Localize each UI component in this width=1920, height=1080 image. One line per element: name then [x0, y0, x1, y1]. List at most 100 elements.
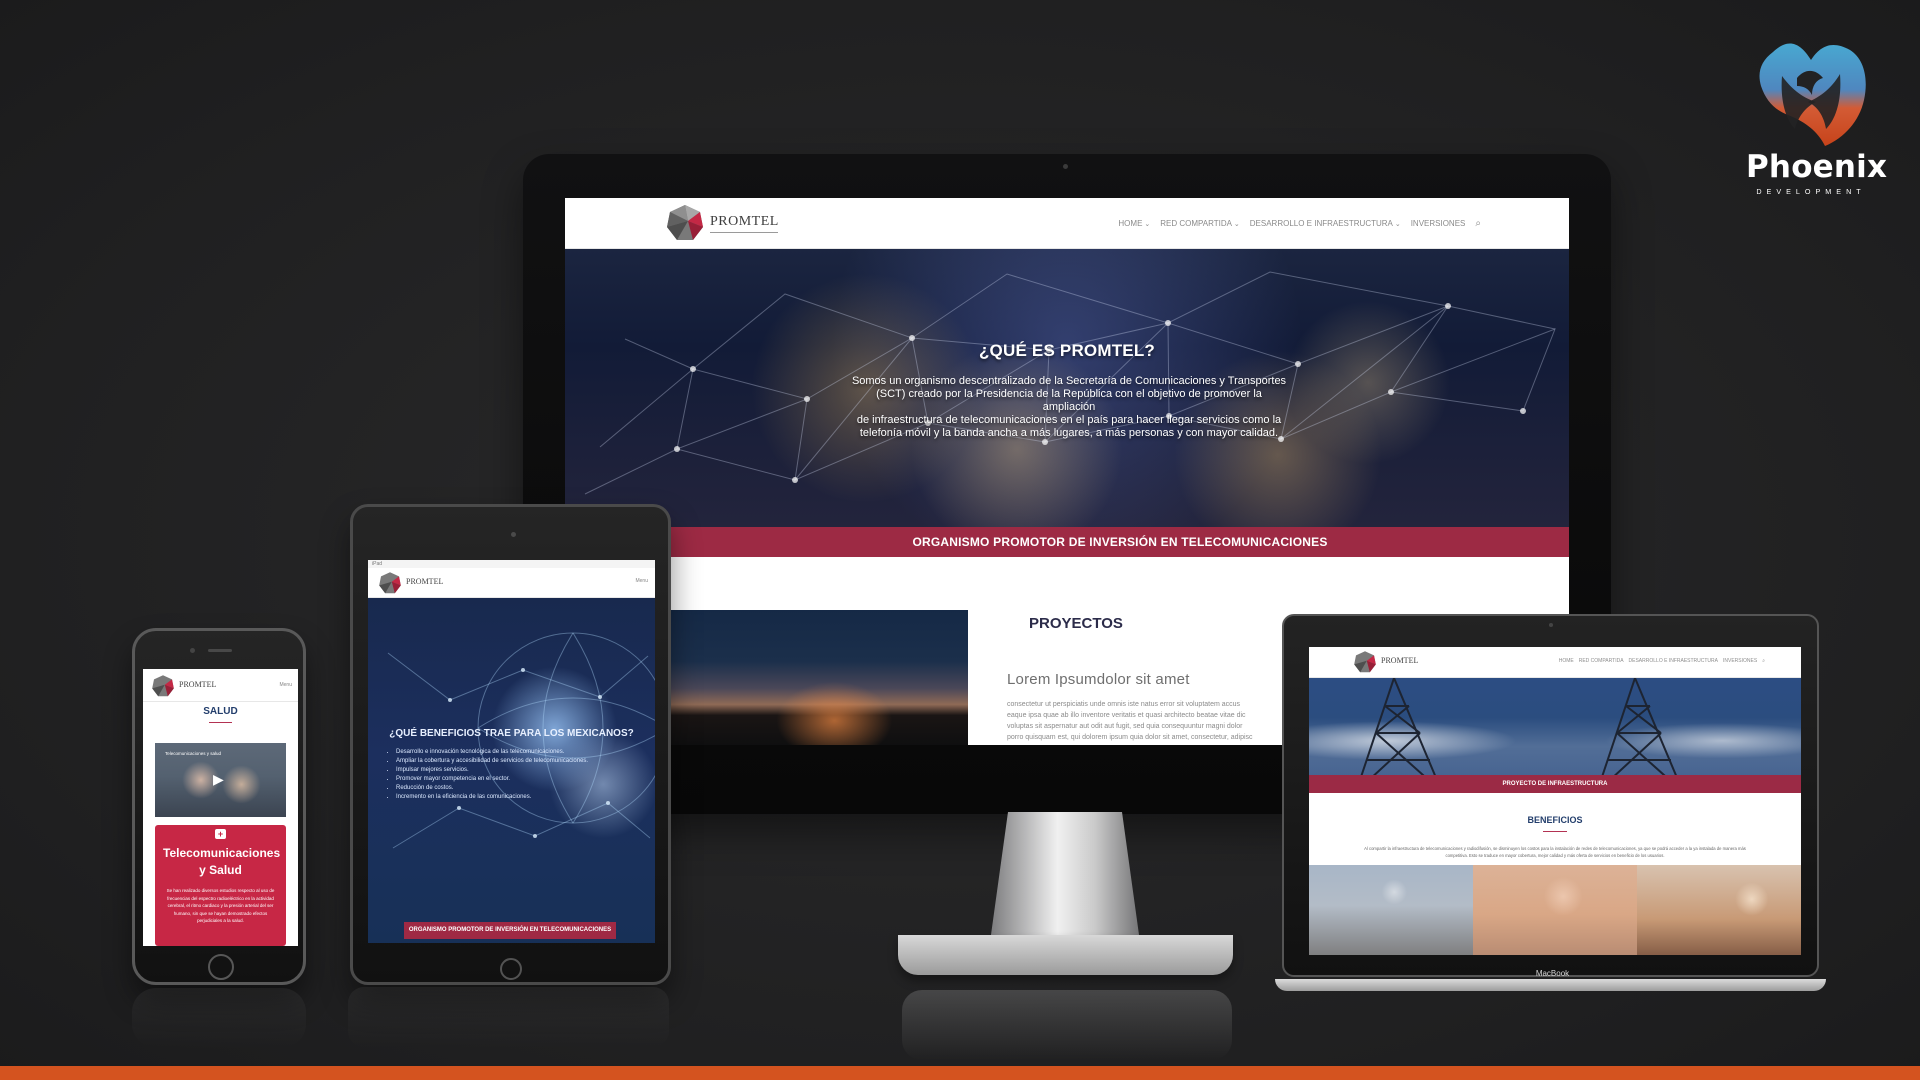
tablet-benefit-item: Promover mayor competencia en el sector.	[396, 775, 606, 784]
promtel-logo-icon	[667, 205, 703, 240]
laptop-hero-band: PROYECTO DE INFRAESTRUCTURA	[1309, 775, 1801, 793]
nav-home[interactable]: HOME	[1118, 219, 1150, 229]
phone-info-card: + Telecomunicaciones y Salud Se han real…	[155, 825, 286, 946]
monitor-camera	[1063, 164, 1068, 169]
desktop-navigation: HOME RED COMPARTIDA DESARROLLO E INFRAES…	[1118, 219, 1481, 229]
projects-copy-line: voluptas sit aspernatur aut odit aut fug…	[1007, 723, 1243, 730]
projects-city-photo	[671, 610, 968, 745]
laptop-brand-label: MacBook	[1535, 969, 1570, 978]
nav-investments[interactable]: INVERSIONES	[1411, 219, 1466, 229]
laptop-promtel-logo[interactable]: PROMTEL	[1353, 650, 1433, 674]
phone-title-divider	[209, 722, 232, 723]
laptop-lid: PROMTEL HOME RED COMPARTIDA DESARROLLO E…	[1282, 614, 1819, 978]
phoenix-brand-name: Phoenix	[1746, 149, 1888, 185]
phoenix-logo: Phoenix DEVELOPMENT	[1746, 30, 1888, 200]
tablet-benefit-item: Ampliar la cobertura y accesibilidad de …	[396, 757, 606, 766]
phone-home-button[interactable]	[208, 954, 234, 980]
monitor-stand-reflection	[902, 990, 1232, 1060]
phone-video-label: Telecomunicaciones y salud	[165, 751, 222, 756]
desktop-hero-section: ¿QUÉ ES PROMTEL? Somos un organismo desc…	[565, 249, 1569, 527]
medical-kit-icon: +	[215, 829, 226, 839]
nav-development-infrastructure[interactable]: DESARROLLO E INFRAESTRUCTURA	[1250, 219, 1401, 229]
phone-device: PROMTEL Menu SALUD Telecomunicaciones y …	[132, 628, 306, 985]
desktop-hero-copy-line: Somos un organismo descentralizado de la…	[851, 375, 1287, 387]
projects-copy-line: consectetur ut perspiciatis unde omnis i…	[1007, 701, 1241, 708]
desktop-hero-copy-line: (SCT) creado por la Presidencia de la Re…	[876, 388, 1262, 413]
phone-page-title: SALUD	[203, 706, 238, 717]
laptop-photo-strip	[1309, 865, 1801, 955]
promtel-logo-text: PROMTEL	[710, 214, 779, 229]
desktop-hero-title: ¿QUÉ ES PROMTEL?	[978, 341, 1156, 360]
laptop-benefits-divider	[1543, 831, 1567, 832]
promtel-logo-icon	[152, 675, 174, 697]
tablet-benefit-item: Desarrollo e innovación tecnológica de l…	[396, 748, 606, 757]
laptop-search-icon[interactable]: ⌕	[1762, 658, 1765, 664]
tablet-camera	[511, 532, 516, 537]
laptop-nav-development[interactable]: DESARROLLO E INFRAESTRUCTURA	[1629, 658, 1718, 664]
phone-card-copy: Se han realizado diversos estudios respe…	[166, 888, 275, 923]
tablet-status-bar: iPad	[368, 560, 655, 568]
phone-logo-text: PROMTEL	[179, 680, 217, 689]
showcase-stage: Phoenix DEVELOPMENT PROMTEL HOME ⌄ RED C…	[0, 0, 1920, 1080]
projects-title: PROYECTOS	[1029, 615, 1123, 632]
play-icon[interactable]: ▶	[213, 771, 224, 788]
phone-video-thumbnail[interactable]: Telecomunicaciones y salud ▶	[155, 743, 286, 817]
phone-card-title: Telecomunicaciones y Salud	[163, 846, 281, 877]
benefit-photo-phone	[1473, 865, 1637, 955]
laptop-nav-shared-network[interactable]: RED COMPARTIDA	[1579, 658, 1624, 664]
promtel-logo[interactable]: PROMTEL	[665, 203, 778, 245]
promtel-logo-icon	[1354, 651, 1376, 673]
laptop-nav-home[interactable]: HOME	[1559, 658, 1574, 664]
projects-copy-line: eaque ipsa quae ab illo inventore verita…	[1007, 712, 1246, 719]
tablet-device: iPad PROMTEL Menu ¿QUÉ BENEFICIOS TRAE P…	[350, 504, 671, 985]
phoenix-brand-tagline: DEVELOPMENT	[1756, 187, 1866, 196]
phone-website-screen: PROMTEL Menu SALUD Telecomunicaciones y …	[143, 669, 298, 946]
tablet-hero-section: ¿QUÉ BENEFICIOS TRAE PARA LOS MEXICANOS?…	[368, 598, 655, 943]
tablet-benefit-item: Reducción de costos.	[396, 784, 606, 793]
tablet-reflection	[348, 987, 669, 1047]
desktop-site-nav: PROMTEL HOME RED COMPARTIDA DESARROLLO E…	[565, 198, 1569, 249]
tablet-hero-band: ORGANISMO PROMOTOR DE INVERSIÓN EN TELEC…	[404, 922, 616, 939]
phone-reflection	[132, 988, 306, 1048]
tablet-benefit-item: Incremento en la eficiencia de las comun…	[396, 793, 606, 802]
phone-camera	[190, 648, 195, 653]
tablet-promtel-logo[interactable]: PROMTEL	[378, 571, 458, 595]
phoenix-bird-icon	[1759, 43, 1866, 146]
benefit-photo-worker	[1309, 865, 1473, 955]
tablet-website-screen: iPad PROMTEL Menu ¿QUÉ BENEFICIOS TRAE P…	[368, 560, 655, 943]
desktop-hero-copy: Somos un organismo descentralizado de la…	[849, 375, 1289, 440]
projects-copy: consectetur ut perspiciatis unde omnis i…	[1007, 699, 1307, 745]
laptop-site-nav: PROMTEL HOME RED COMPARTIDA DESARROLLO E…	[1309, 647, 1801, 678]
laptop-device: PROMTEL HOME RED COMPARTIDA DESARROLLO E…	[1275, 614, 1826, 991]
phone-menu-button[interactable]: Menu	[279, 682, 292, 688]
laptop-base	[1275, 979, 1826, 991]
phone-speaker	[208, 649, 232, 652]
promtel-logo-divider	[710, 232, 778, 233]
desktop-hero-band: ORGANISMO PROMOTOR DE INVERSIÓN EN TELEC…	[671, 527, 1569, 557]
laptop-benefits-title: BENEFICIOS	[1527, 815, 1583, 825]
phone-site-nav: PROMTEL Menu	[143, 669, 298, 702]
nav-shared-network[interactable]: RED COMPARTIDA	[1160, 219, 1240, 229]
laptop-camera	[1549, 623, 1553, 627]
tablet-logo-text: PROMTEL	[406, 577, 444, 586]
laptop-navigation: HOME RED COMPARTIDA DESARROLLO E INFRAES…	[1559, 658, 1765, 664]
projects-copy-line: porro quisquam est, qui dolorem ipsum qu…	[1007, 734, 1253, 741]
tablet-hero-title: ¿QUÉ BENEFICIOS TRAE PARA LOS MEXICANOS?	[389, 728, 634, 739]
benefit-photo-tablet	[1637, 865, 1801, 955]
brand-accent-bar	[0, 1066, 1920, 1080]
tablet-site-nav: PROMTEL Menu	[368, 568, 655, 598]
promtel-logo-icon	[379, 572, 401, 594]
tablet-benefit-item: Impulsar mejores servicios.	[396, 766, 606, 775]
laptop-website-screen: PROMTEL HOME RED COMPARTIDA DESARROLLO E…	[1309, 647, 1801, 955]
laptop-logo-text: PROMTEL	[1381, 656, 1419, 665]
phone-promtel-logo[interactable]: PROMTEL	[151, 674, 231, 698]
monitor-stand-base	[898, 935, 1233, 975]
tablet-home-button[interactable]	[500, 958, 522, 980]
laptop-benefits-copy: Al compartir la infraestructura de telec…	[1364, 846, 1746, 858]
tablet-benefits-list: Desarrollo e innovación tecnológica de l…	[386, 748, 606, 802]
search-icon[interactable]: ⌕	[1475, 219, 1481, 229]
projects-subtitle: Lorem Ipsumdolor sit amet	[1007, 671, 1190, 688]
laptop-nav-investments[interactable]: INVERSIONES	[1723, 658, 1757, 664]
tablet-menu-button[interactable]: Menu	[635, 578, 648, 584]
desktop-hero-copy-line: de infraestructura de telecomunicaciones…	[856, 414, 1282, 426]
